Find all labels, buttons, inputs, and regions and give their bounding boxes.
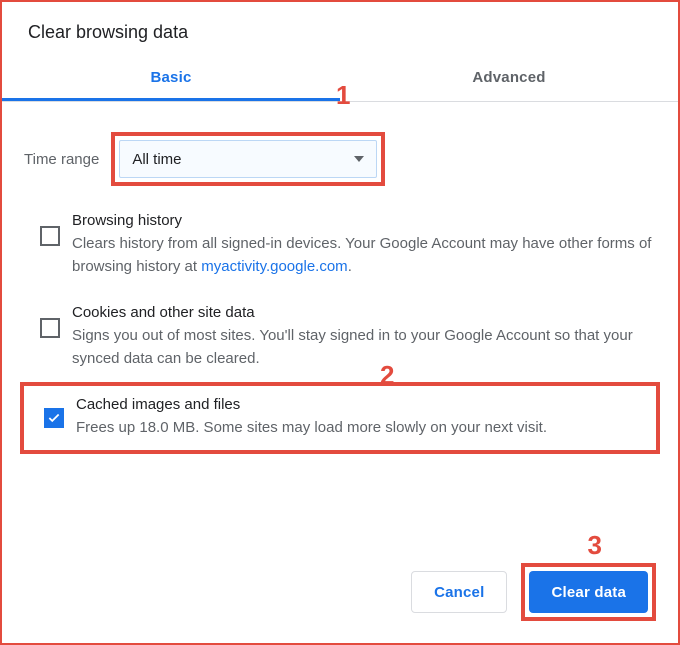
option-cache-title: Cached images and files — [76, 396, 648, 413]
annotation-1: 1 — [336, 80, 350, 111]
time-range-select[interactable]: All time — [119, 140, 377, 178]
dialog-clear-browsing-data: Clear browsing data Basic Advanced Time … — [0, 0, 680, 645]
option-cookies: Cookies and other site data Signs you ou… — [20, 290, 660, 382]
time-range-label: Time range — [24, 151, 99, 168]
option-cache-desc: Frees up 18.0 MB. Some sites may load mo… — [76, 417, 648, 440]
option-history-desc-text: Clears history from all signed-in device… — [72, 235, 651, 275]
option-cache: Cached images and files Frees up 18.0 MB… — [28, 392, 652, 444]
tab-advanced-label: Advanced — [472, 69, 545, 86]
highlight-box-1: All time — [111, 132, 385, 186]
tab-basic-label: Basic — [150, 69, 191, 86]
options-list: Browsing history Clears history from all… — [2, 186, 678, 454]
annotation-3: 3 — [588, 530, 602, 561]
checkbox-browsing-history[interactable] — [40, 226, 60, 246]
option-cookies-title: Cookies and other site data — [72, 304, 652, 321]
annotation-2: 2 — [380, 360, 394, 391]
cancel-button-label: Cancel — [434, 584, 484, 601]
option-browsing-history: Browsing history Clears history from all… — [20, 198, 660, 290]
dialog-title: Clear browsing data — [2, 2, 678, 61]
time-range-row: Time range All time — [2, 102, 678, 186]
tab-advanced[interactable]: Advanced — [340, 61, 678, 101]
cancel-button[interactable]: Cancel — [411, 571, 507, 613]
checkbox-cache[interactable] — [44, 408, 64, 428]
highlight-box-3: Clear data — [521, 563, 656, 621]
option-history-title: Browsing history — [72, 212, 652, 229]
time-range-value: All time — [132, 151, 181, 168]
option-history-desc-post: . — [348, 258, 352, 275]
checkbox-cookies[interactable] — [40, 318, 60, 338]
clear-data-button[interactable]: Clear data — [529, 571, 648, 613]
dialog-footer: Cancel Clear data — [411, 563, 656, 621]
highlight-box-2: Cached images and files Frees up 18.0 MB… — [20, 382, 660, 454]
option-history-desc: Clears history from all signed-in device… — [72, 233, 652, 278]
clear-data-button-label: Clear data — [551, 584, 626, 601]
tab-basic[interactable]: Basic — [2, 61, 340, 101]
chevron-down-icon — [354, 156, 364, 162]
link-myactivity[interactable]: myactivity.google.com — [201, 258, 347, 275]
option-cookies-desc: Signs you out of most sites. You'll stay… — [72, 325, 652, 370]
